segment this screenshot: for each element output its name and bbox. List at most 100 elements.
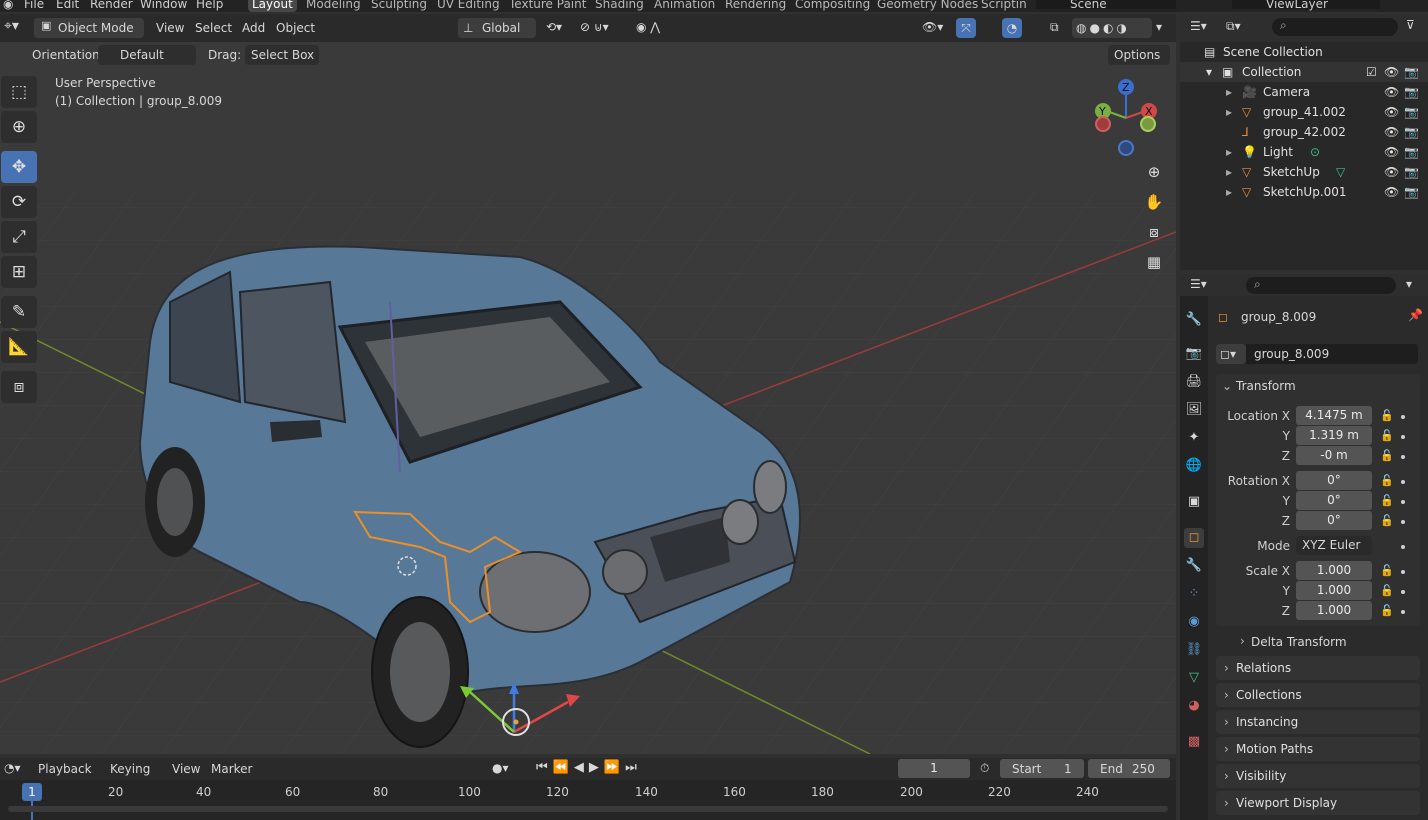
lock-icon[interactable]: 🔓: [1380, 564, 1394, 577]
view-layer-tab-icon[interactable]: 🖼: [1184, 400, 1204, 420]
keyframe-dot-icon[interactable]: [1401, 570, 1405, 574]
timeline-scrubber[interactable]: 1 20 40 60 80 100 120 140 160 180 200 22…: [0, 780, 1176, 820]
outliner-item-light[interactable]: ▸ 💡 Light ⊙ 👁 📷: [1180, 142, 1428, 162]
menu-window[interactable]: Window: [140, 0, 187, 11]
scene-tab-icon[interactable]: ✦: [1184, 428, 1204, 448]
timeline-view-menu[interactable]: View: [172, 762, 200, 776]
tab-sculpting[interactable]: Sculpting: [367, 0, 431, 12]
outliner-item-sketchup[interactable]: ▸ ▽ SketchUp ▽ 👁 📷: [1180, 162, 1428, 182]
playback-controls-icon[interactable]: ⏮⏪◀▶⏩⏭: [536, 760, 642, 775]
location-x-field[interactable]: 4.1475 m: [1296, 406, 1372, 425]
move-tool-icon[interactable]: ✥: [1, 151, 37, 183]
rotation-x-field[interactable]: 0°: [1296, 471, 1372, 490]
overlay-toggle-icon[interactable]: ◔: [1002, 18, 1022, 38]
physics-tab-icon[interactable]: ◉: [1184, 612, 1204, 632]
tab-modeling[interactable]: Modeling: [302, 0, 365, 12]
scale-z-field[interactable]: 1.000: [1296, 601, 1372, 620]
material-tab-icon[interactable]: ◕: [1184, 696, 1204, 716]
scene-selector[interactable]: Scene: [1036, 0, 1176, 11]
perspective-grid-icon[interactable]: ▦: [1140, 248, 1168, 276]
tab-layout[interactable]: Layout: [248, 0, 297, 12]
collection-row[interactable]: ▾ ▣ Collection ☑ 👁 📷: [1180, 62, 1428, 82]
scale-tool-icon[interactable]: ⤢: [1, 221, 37, 253]
options-button[interactable]: Options: [1108, 45, 1170, 65]
cursor-tool-icon[interactable]: ⊕: [1, 111, 37, 143]
tab-compositing[interactable]: Compositing: [791, 0, 874, 12]
outliner-editor-type-icon[interactable]: ☰▾: [1190, 19, 1207, 33]
lock-icon[interactable]: 🔓: [1380, 604, 1394, 617]
chevron-down-icon[interactable]: ⌄: [1222, 379, 1232, 393]
checkbox-icon[interactable]: ☑: [1366, 62, 1377, 82]
lock-icon[interactable]: 🔓: [1380, 514, 1394, 527]
properties-options-icon[interactable]: ▾: [1406, 277, 1412, 291]
particles-tab-icon[interactable]: ⁘: [1184, 584, 1204, 604]
playback-menu[interactable]: Playback: [32, 759, 102, 779]
location-z-field[interactable]: -0 m: [1296, 446, 1372, 465]
orientation-selector[interactable]: Default: [98, 45, 196, 65]
xray-icon[interactable]: ⧉: [1050, 20, 1059, 35]
snap-icon[interactable]: ⊘ ⊍▾: [580, 20, 609, 34]
menu-render[interactable]: Render: [90, 0, 133, 11]
tab-rendering[interactable]: Rendering: [721, 0, 790, 12]
texture-tab-icon[interactable]: ▩: [1184, 732, 1204, 752]
editor-type-icon[interactable]: ⌖▾: [4, 18, 19, 34]
tab-shading[interactable]: Shading: [591, 0, 648, 12]
rotate-tool-icon[interactable]: ⟳: [1, 186, 37, 218]
keyframe-dot-icon[interactable]: [1401, 480, 1405, 484]
menu-file[interactable]: File: [24, 0, 44, 11]
pivot-point-icon[interactable]: ⟲▾: [546, 20, 562, 34]
select-box-tool-icon[interactable]: ⬚: [1, 76, 37, 108]
filter-icon[interactable]: ⊽: [1406, 18, 1415, 32]
scale-x-field[interactable]: 1.000: [1296, 561, 1372, 580]
display-mode-icon[interactable]: ⧉▾: [1226, 19, 1241, 34]
tab-uv-editing[interactable]: UV Editing: [433, 0, 504, 12]
rotation-z-field[interactable]: 0°: [1296, 511, 1372, 530]
instancing-panel[interactable]: Instancing: [1216, 710, 1420, 734]
timeline-editor-type-icon[interactable]: ◔▾: [4, 761, 21, 775]
shading-options-icon[interactable]: ▾: [1156, 20, 1162, 34]
keyframe-dot-icon[interactable]: [1401, 520, 1405, 524]
camera-view-icon[interactable]: ⧇: [1140, 218, 1168, 246]
keyframe-dot-icon[interactable]: [1401, 545, 1405, 549]
visibility-panel[interactable]: Visibility: [1216, 764, 1420, 788]
pan-hand-icon[interactable]: ✋: [1140, 188, 1168, 216]
viewlayer-selector[interactable]: ViewLayer: [1232, 0, 1380, 11]
object-name-field[interactable]: group_8.009: [1246, 344, 1418, 364]
tool-tab-icon[interactable]: 🔧: [1184, 310, 1204, 330]
data-tab-icon[interactable]: ▽: [1184, 668, 1204, 688]
menu-edit[interactable]: Edit: [56, 0, 79, 11]
playhead-frame-indicator[interactable]: 1: [22, 783, 42, 801]
shading-mode-buttons[interactable]: ◍●◐◑: [1072, 18, 1152, 38]
3d-viewport[interactable]: User Perspective (1) Collection | group_…: [0, 42, 1176, 754]
tab-geometry-nodes[interactable]: Geometry Nodes: [873, 0, 982, 12]
tab-scripting[interactable]: Scripting: [977, 0, 1027, 12]
properties-search-input[interactable]: ⌕: [1246, 277, 1396, 294]
keyframe-dot-icon[interactable]: [1401, 610, 1405, 614]
menu-select[interactable]: Select: [195, 21, 232, 35]
relations-panel[interactable]: Relations: [1216, 656, 1420, 680]
object-tab-icon[interactable]: ◻: [1184, 528, 1204, 548]
keyframe-dot-icon[interactable]: [1401, 455, 1405, 459]
add-cube-tool-icon[interactable]: ⧈: [1, 371, 37, 403]
transform-tool-icon[interactable]: ⊞: [1, 256, 37, 288]
tab-texture-paint[interactable]: Texture Paint: [505, 0, 590, 12]
tab-animation[interactable]: Animation: [650, 0, 719, 12]
annotate-tool-icon[interactable]: ✎: [1, 296, 37, 328]
world-tab-icon[interactable]: 🌐: [1184, 456, 1204, 476]
keyframe-dot-icon[interactable]: [1401, 500, 1405, 504]
keyframe-dot-icon[interactable]: [1401, 590, 1405, 594]
drag-selector[interactable]: Select Box: [245, 45, 319, 65]
timeline-scrollbar[interactable]: [8, 806, 1168, 812]
scale-y-field[interactable]: 1.000: [1296, 581, 1372, 600]
lock-icon[interactable]: 🔓: [1380, 429, 1394, 442]
delta-transform-subpanel[interactable]: Delta Transform: [1251, 635, 1347, 649]
motion-paths-panel[interactable]: Motion Paths: [1216, 737, 1420, 761]
outliner-search-input[interactable]: ⌕: [1272, 18, 1398, 36]
output-tab-icon[interactable]: 🖨: [1184, 372, 1204, 392]
outliner-item-sketchup-001[interactable]: ▸ ▽ SketchUp.001 👁 📷: [1180, 182, 1428, 202]
outliner-item-camera[interactable]: ▸ 🎥 Camera 👁 📷: [1180, 82, 1428, 102]
rotation-mode-selector[interactable]: XYZ Euler: [1296, 536, 1372, 555]
menu-help[interactable]: Help: [196, 0, 223, 11]
chevron-right-icon[interactable]: ›: [1240, 634, 1245, 648]
lock-icon[interactable]: 🔓: [1380, 449, 1394, 462]
